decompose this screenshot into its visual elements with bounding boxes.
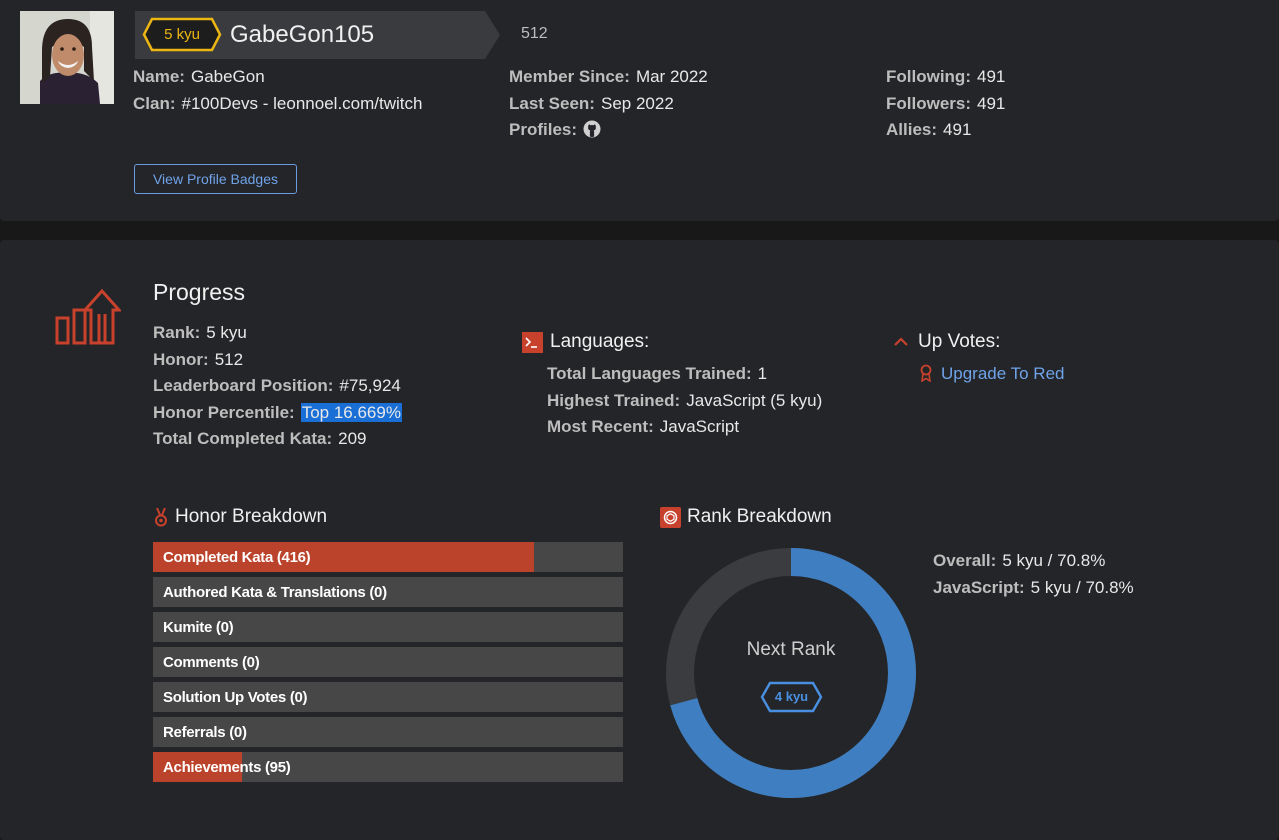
last-seen-value: Sep 2022 bbox=[600, 93, 674, 113]
javascript-row: JavaScript: 5 kyu / 70.8% bbox=[933, 575, 1134, 602]
languages-title: Languages: bbox=[550, 331, 650, 352]
completed-value: 209 bbox=[338, 429, 367, 448]
avatar[interactable] bbox=[20, 11, 114, 104]
highest-trained-label: Highest Trained: bbox=[547, 390, 681, 410]
percentile-value: Top 16.669% bbox=[300, 402, 402, 422]
last-seen-row: Last Seen: Sep 2022 bbox=[509, 91, 708, 118]
profile-info-middle: Member Since: Mar 2022 Last Seen: Sep 2022… bbox=[509, 64, 708, 147]
honor-bar-label: Authored Kata & Translations (0) bbox=[163, 584, 387, 601]
github-icon[interactable] bbox=[583, 120, 601, 147]
member-since-label: Member Since: bbox=[509, 67, 630, 86]
honor-bar-label: Solution Up Votes (0) bbox=[163, 689, 308, 706]
profiles-label: Profiles: bbox=[509, 120, 578, 139]
most-recent-label: Most Recent: bbox=[547, 417, 654, 436]
member-since-row: Member Since: Mar 2022 bbox=[509, 64, 708, 91]
allies-value: 491 bbox=[943, 120, 972, 139]
honor-bar-label: Achievements (95) bbox=[163, 759, 291, 776]
profile-info-right: Following: 491 Followers: 491 Allies: 491 bbox=[886, 64, 1005, 144]
next-rank-label: Next Rank bbox=[746, 639, 836, 660]
honor-bar: Referrals (0) bbox=[153, 717, 623, 747]
profiles-row: Profiles: bbox=[509, 117, 708, 147]
honor-label: Honor: bbox=[153, 349, 209, 369]
progress-stats: Rank: 5 kyu Honor: 512 Leaderboard Positio… bbox=[153, 320, 402, 453]
javascript-label: JavaScript: bbox=[933, 577, 1025, 597]
rank-label: Rank: bbox=[153, 323, 201, 342]
total-languages-label: Total Languages Trained: bbox=[547, 364, 752, 383]
honor-bar: Authored Kata & Translations (0) bbox=[153, 577, 623, 607]
honor-bar-label: Kumite (0) bbox=[163, 619, 234, 636]
progress-title: Progress bbox=[153, 279, 246, 305]
honor-breakdown-title: Honor Breakdown bbox=[175, 506, 328, 527]
javascript-value: 5 kyu / 70.8% bbox=[1030, 577, 1134, 597]
following-value: 491 bbox=[976, 67, 1006, 86]
honor-score: 512 bbox=[521, 25, 548, 42]
profile-panel: 5 kyu GabeGon105 512 Name: GabeGon Clan: #… bbox=[0, 0, 1279, 221]
rank-value: 5 kyu bbox=[206, 323, 247, 342]
rank-name-bar: 5 kyu GabeGon105 bbox=[135, 11, 500, 59]
honor-bar: Completed Kata (416) bbox=[153, 542, 623, 572]
total-languages-row: Total Languages Trained: 1 bbox=[547, 361, 822, 388]
rank-row: Rank: 5 kyu bbox=[153, 320, 402, 347]
honor-bar: Solution Up Votes (0) bbox=[153, 682, 623, 712]
next-rank-badge: 4 kyu bbox=[774, 689, 809, 704]
completed-row: Total Completed Kata: 209 bbox=[153, 426, 402, 453]
ribbon-icon bbox=[920, 364, 932, 382]
chevron-up-icon bbox=[894, 337, 908, 346]
honor-bar-label: Comments (0) bbox=[163, 654, 260, 671]
honor-bar: Achievements (95) bbox=[153, 752, 623, 782]
honor-bar: Comments (0) bbox=[153, 647, 623, 677]
allies-label: Allies: bbox=[886, 120, 938, 139]
view-profile-badges-button[interactable]: View Profile Badges bbox=[134, 164, 297, 194]
total-languages-value: 1 bbox=[757, 364, 768, 383]
medal-icon bbox=[155, 508, 167, 527]
honor-bar-label: Referrals (0) bbox=[163, 724, 247, 741]
rank-progress-donut bbox=[666, 548, 916, 798]
terminal-icon bbox=[522, 332, 543, 353]
name-value: GabeGon bbox=[190, 67, 265, 86]
upvotes-title: Up Votes: bbox=[918, 331, 1001, 352]
overall-label: Overall: bbox=[933, 551, 997, 570]
honor-bar-label: Completed Kata (416) bbox=[163, 549, 311, 566]
rank-breakdown-icon bbox=[660, 507, 681, 528]
profile-info-left: Name: GabeGon Clan: #100Devs - leonnoel.co… bbox=[133, 64, 422, 117]
member-since-value: Mar 2022 bbox=[635, 67, 708, 86]
highest-trained-value: JavaScript (5 kyu) bbox=[686, 390, 823, 410]
honor-breakdown-bars: Completed Kata (416) Authored Kata & Tran… bbox=[153, 542, 623, 787]
completed-label: Total Completed Kata: bbox=[153, 429, 333, 448]
followers-row: Followers: 491 bbox=[886, 91, 1005, 118]
overall-value: 5 kyu / 70.8% bbox=[1002, 551, 1106, 570]
username: GabeGon105 bbox=[230, 21, 375, 48]
honor-row: Honor: 512 bbox=[153, 347, 402, 374]
languages-stats: Total Languages Trained: 1 Highest Traine… bbox=[547, 361, 822, 441]
following-row: Following: 491 bbox=[886, 64, 1005, 91]
progress-chart-icon bbox=[55, 288, 121, 345]
following-label: Following: bbox=[886, 67, 971, 86]
last-seen-label: Last Seen: bbox=[509, 93, 595, 113]
leaderboard-value: #75,924 bbox=[339, 376, 401, 395]
upgrade-to-red-link[interactable]: Upgrade To Red bbox=[941, 361, 1065, 388]
leaderboard-label: Leaderboard Position: bbox=[153, 376, 334, 395]
most-recent-row: Most Recent: JavaScript bbox=[547, 414, 822, 441]
percentile-label: Honor Percentile: bbox=[153, 402, 295, 422]
rank-badge: 5 kyu bbox=[164, 26, 200, 43]
clan-label: Clan: bbox=[133, 93, 176, 113]
clan-value: #100Devs - leonnoel.com/twitch bbox=[181, 93, 423, 113]
clan-row: Clan: #100Devs - leonnoel.com/twitch bbox=[133, 91, 422, 118]
followers-label: Followers: bbox=[886, 93, 972, 113]
most-recent-value: JavaScript bbox=[659, 417, 740, 436]
highest-trained-row: Highest Trained: JavaScript (5 kyu) bbox=[547, 388, 822, 415]
rank-breakdown-title: Rank Breakdown bbox=[687, 506, 832, 527]
followers-value: 491 bbox=[977, 93, 1006, 113]
honor-value: 512 bbox=[214, 349, 244, 369]
leaderboard-row: Leaderboard Position: #75,924 bbox=[153, 373, 402, 400]
honor-bar: Kumite (0) bbox=[153, 612, 623, 642]
name-row: Name: GabeGon bbox=[133, 64, 422, 91]
overall-row: Overall: 5 kyu / 70.8% bbox=[933, 548, 1134, 575]
name-label: Name: bbox=[133, 67, 185, 86]
allies-row: Allies: 491 bbox=[886, 117, 1005, 144]
percentile-row: Honor Percentile: Top 16.669% bbox=[153, 400, 402, 427]
rank-breakdown-stats: Overall: 5 kyu / 70.8% JavaScript: 5 kyu /… bbox=[933, 548, 1134, 601]
